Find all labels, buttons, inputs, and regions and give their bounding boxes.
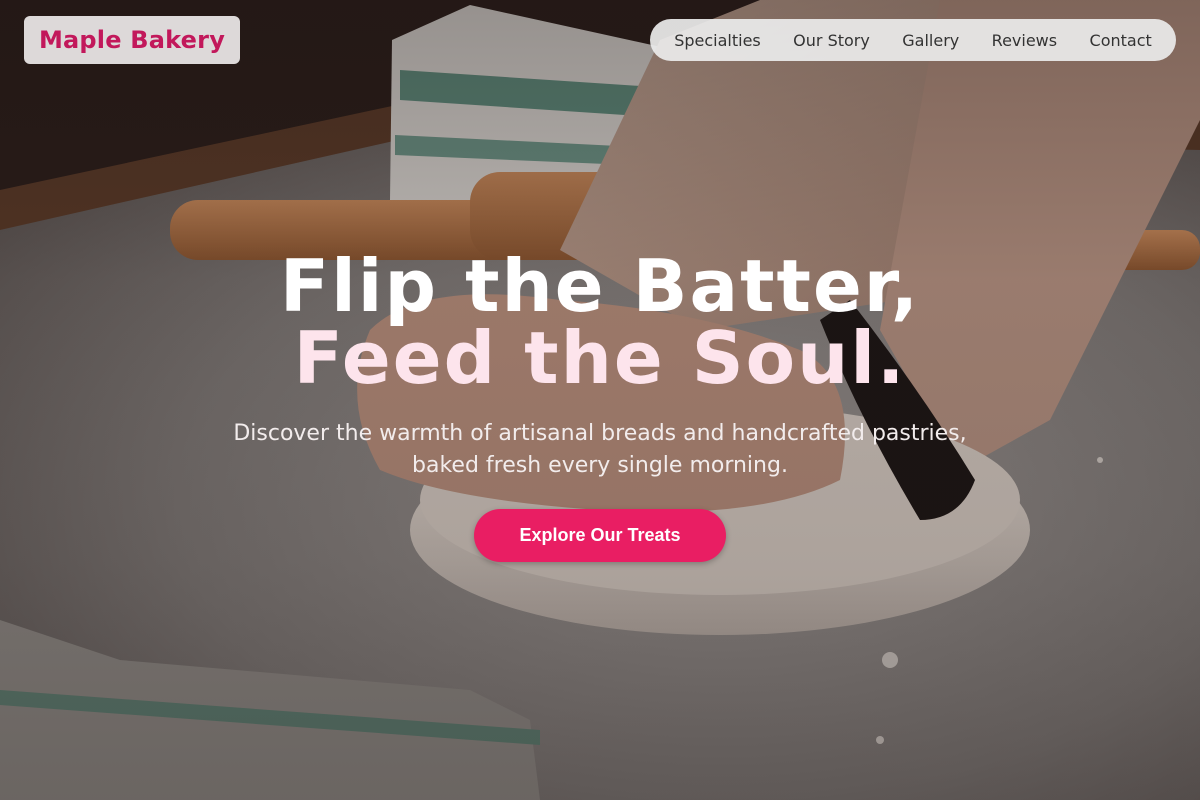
hero-headline-line2: Feed the Soul. <box>293 316 907 400</box>
explore-treats-button[interactable]: Explore Our Treats <box>474 509 726 562</box>
nav-item-reviews[interactable]: Reviews <box>992 31 1057 50</box>
hero-subtitle-line1: Discover the warmth of artisanal breads … <box>233 421 967 446</box>
main-nav: Specialties Our Story Gallery Reviews Co… <box>650 19 1176 61</box>
nav-item-specialties[interactable]: Specialties <box>674 31 761 50</box>
hero-subtitle: Discover the warmth of artisanal breads … <box>0 418 1200 482</box>
nav-item-our-story[interactable]: Our Story <box>793 31 870 50</box>
brand-logo[interactable]: Maple Bakery <box>24 16 240 64</box>
hero-headline-line1: Flip the Batter, <box>279 244 921 328</box>
nav-item-contact[interactable]: Contact <box>1090 31 1152 50</box>
hero-subtitle-line2: baked fresh every single morning. <box>412 453 788 478</box>
hero-dark-overlay <box>0 0 1200 800</box>
hero-section: Maple Bakery Specialties Our Story Galle… <box>0 0 1200 800</box>
nav-item-gallery[interactable]: Gallery <box>902 31 959 50</box>
